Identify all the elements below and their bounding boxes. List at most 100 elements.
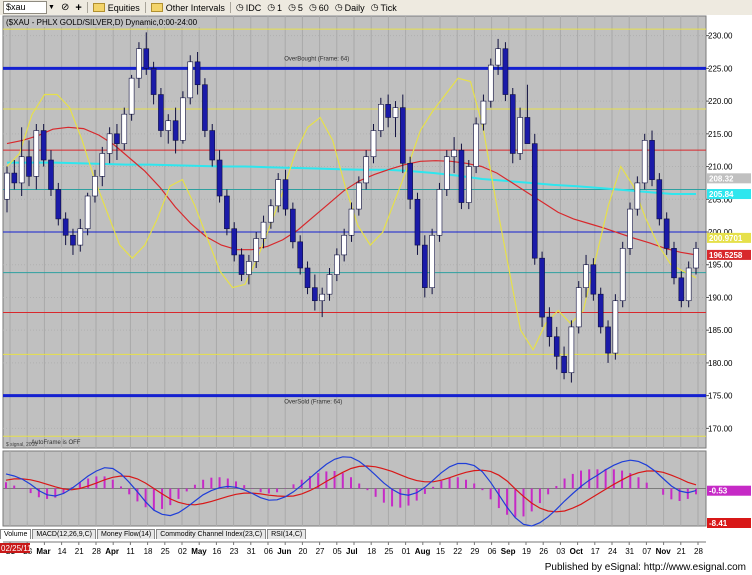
candle-body[interactable] bbox=[502, 48, 509, 95]
candle-body[interactable] bbox=[480, 100, 487, 125]
candle-body[interactable] bbox=[158, 94, 164, 131]
candle-body[interactable] bbox=[84, 195, 91, 230]
candle-body[interactable] bbox=[421, 244, 428, 288]
interval-label[interactable]: Tick bbox=[381, 3, 397, 13]
candle-body[interactable] bbox=[495, 48, 501, 66]
candle-body[interactable] bbox=[319, 293, 325, 302]
candle-body[interactable] bbox=[128, 77, 135, 115]
candle-body[interactable] bbox=[275, 179, 282, 207]
candle-body[interactable] bbox=[400, 107, 406, 164]
candle-body[interactable] bbox=[590, 264, 597, 295]
candle-body[interactable] bbox=[597, 293, 604, 328]
candle-body[interactable] bbox=[385, 104, 391, 118]
candle-body[interactable] bbox=[334, 254, 340, 275]
indicator-tab[interactable]: Commodity Channel Index(23,C) bbox=[156, 529, 267, 539]
candle-body[interactable] bbox=[509, 94, 516, 154]
candle-body[interactable] bbox=[451, 149, 457, 158]
candle-body[interactable] bbox=[392, 107, 399, 118]
candle-body[interactable] bbox=[268, 205, 274, 223]
candle-body[interactable] bbox=[517, 117, 523, 154]
candle-body[interactable] bbox=[180, 97, 186, 141]
candle-body[interactable] bbox=[304, 267, 311, 288]
candle-body[interactable] bbox=[583, 264, 589, 288]
candle-body[interactable] bbox=[33, 130, 40, 177]
candle-body[interactable] bbox=[11, 172, 18, 184]
candle-body[interactable] bbox=[70, 234, 76, 246]
candle-body[interactable] bbox=[605, 326, 611, 354]
indicator-tab[interactable]: MACD(12,26,9,C) bbox=[32, 529, 96, 539]
equities-label[interactable]: Equities bbox=[108, 3, 140, 13]
candle-body[interactable] bbox=[121, 113, 128, 144]
candle-body[interactable] bbox=[546, 316, 553, 338]
candle-body[interactable] bbox=[18, 156, 25, 184]
candle-body[interactable] bbox=[312, 287, 318, 302]
candle-body[interactable] bbox=[194, 61, 201, 86]
candle-body[interactable] bbox=[458, 149, 465, 203]
candle-body[interactable] bbox=[678, 277, 685, 302]
candle-body[interactable] bbox=[99, 153, 106, 177]
candle-body[interactable] bbox=[473, 123, 479, 167]
interval-1[interactable]: ◷ 1 bbox=[264, 0, 285, 15]
interval-label[interactable]: 60 bbox=[319, 3, 329, 13]
candle-body[interactable] bbox=[443, 156, 450, 190]
candle-body[interactable] bbox=[246, 261, 252, 275]
candle-body[interactable] bbox=[465, 166, 472, 203]
candle-body[interactable] bbox=[326, 274, 333, 295]
candle-body[interactable] bbox=[619, 248, 626, 302]
symbol-dropdown-arrow-icon[interactable]: ▼ bbox=[48, 4, 55, 11]
interval-label[interactable]: IDC bbox=[246, 3, 262, 13]
candle-body[interactable] bbox=[209, 130, 216, 161]
candle-body[interactable] bbox=[172, 120, 179, 141]
interval-label[interactable]: Daily bbox=[345, 3, 365, 13]
macd-panel[interactable] bbox=[2, 450, 707, 527]
candle-body[interactable] bbox=[634, 182, 641, 210]
candle-body[interactable] bbox=[40, 130, 47, 161]
interval-label[interactable]: 5 bbox=[298, 3, 303, 13]
indicator-tab[interactable]: RSI(14,C) bbox=[267, 529, 307, 539]
candle-body[interactable] bbox=[553, 336, 560, 357]
candle-body[interactable] bbox=[612, 300, 619, 354]
interval-5[interactable]: ◷ 5 bbox=[285, 0, 306, 15]
candle-body[interactable] bbox=[92, 176, 98, 197]
candle-body[interactable] bbox=[106, 133, 113, 154]
interval-label[interactable]: 1 bbox=[277, 3, 282, 13]
candle-body[interactable] bbox=[55, 189, 62, 220]
candle-body[interactable] bbox=[531, 143, 538, 259]
link-icon[interactable]: ⊘ bbox=[58, 0, 72, 15]
candle-body[interactable] bbox=[341, 234, 347, 256]
candle-body[interactable] bbox=[165, 120, 172, 131]
candle-body[interactable] bbox=[693, 248, 699, 269]
candle-body[interactable] bbox=[568, 326, 575, 374]
symbol-field[interactable]: $xau ▼ bbox=[0, 0, 58, 15]
candle-body[interactable] bbox=[282, 179, 289, 210]
candle-body[interactable] bbox=[524, 117, 531, 144]
candle-body[interactable] bbox=[348, 208, 355, 236]
candle-body[interactable] bbox=[487, 64, 494, 102]
other-intervals-menu[interactable]: Other Intervals bbox=[148, 0, 228, 15]
candle-body[interactable] bbox=[238, 254, 245, 275]
candle-body[interactable] bbox=[77, 228, 84, 246]
symbol-value[interactable]: $xau bbox=[3, 1, 47, 14]
candle-body[interactable] bbox=[539, 257, 545, 318]
candle-body[interactable] bbox=[641, 140, 648, 184]
candle-body[interactable] bbox=[136, 48, 142, 79]
indicator-tab[interactable]: Money Flow(14) bbox=[97, 529, 156, 539]
candle-body[interactable] bbox=[671, 248, 677, 279]
candle-body[interactable] bbox=[436, 189, 443, 236]
candle-body[interactable] bbox=[363, 156, 369, 184]
candle-body[interactable] bbox=[575, 287, 582, 328]
new-window-icon[interactable]: + bbox=[72, 0, 84, 15]
interval-daily[interactable]: ◷ Daily bbox=[332, 0, 368, 15]
candle-body[interactable] bbox=[150, 68, 157, 95]
candle-body[interactable] bbox=[231, 228, 238, 256]
candle-body[interactable] bbox=[224, 195, 230, 230]
candle-body[interactable] bbox=[414, 198, 421, 246]
candle-body[interactable] bbox=[216, 159, 223, 197]
candle-body[interactable] bbox=[370, 130, 377, 158]
candle-body[interactable] bbox=[656, 179, 663, 220]
candle-body[interactable] bbox=[649, 140, 655, 180]
candle-body[interactable] bbox=[627, 208, 633, 249]
candle-body[interactable] bbox=[253, 238, 260, 262]
candle-body[interactable] bbox=[4, 172, 10, 200]
candle-body[interactable] bbox=[407, 162, 413, 200]
